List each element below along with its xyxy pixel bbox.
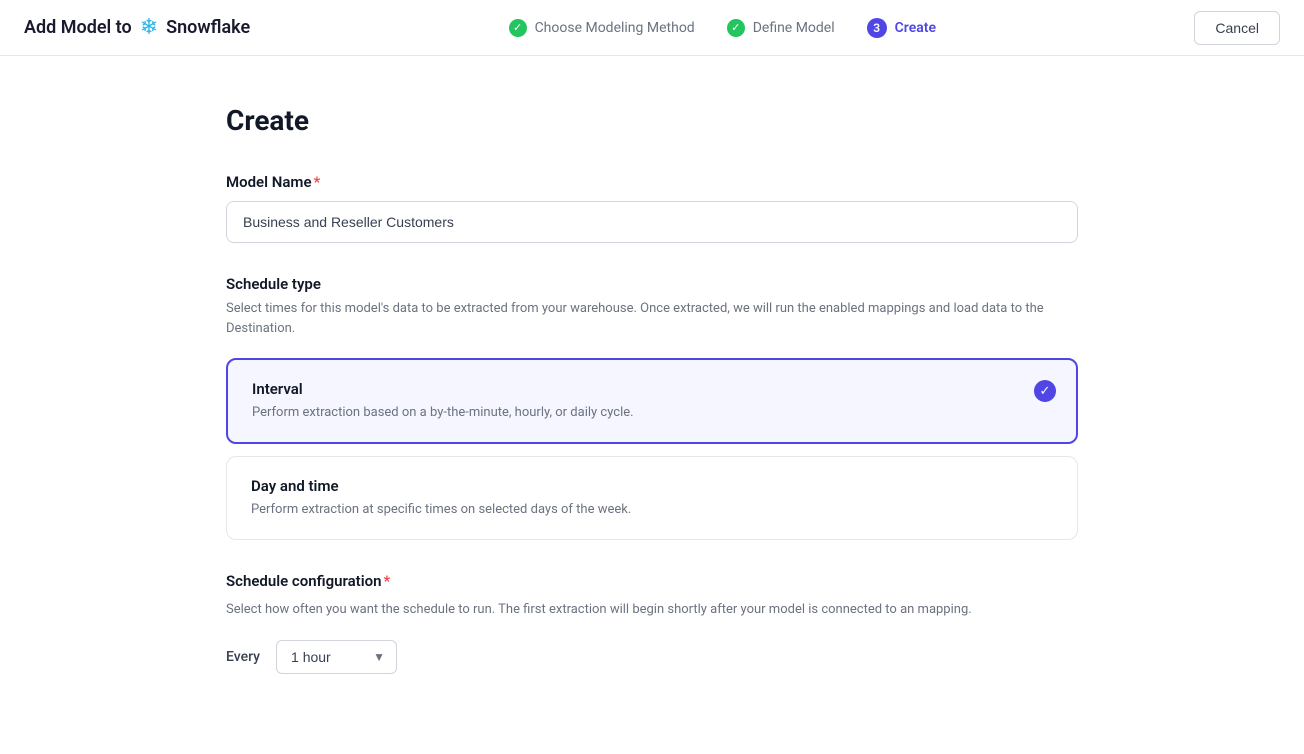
schedule-config-label: Schedule configuration* (226, 572, 1078, 590)
every-label: Every (226, 649, 260, 665)
interval-check-icon: ✓ (1034, 380, 1056, 402)
step-create: 3 Create (867, 18, 936, 38)
step1-check-icon: ✓ (509, 19, 527, 37)
model-name-section: Model Name* (226, 173, 1078, 243)
step3-label: Create (895, 20, 936, 36)
interval-option-title: Interval (252, 380, 1052, 398)
snowflake-icon: ❄ (140, 15, 158, 40)
model-name-required: * (314, 173, 321, 191)
model-name-label: Model Name* (226, 173, 1078, 191)
step2-label: Define Model (753, 20, 835, 36)
schedule-type-title: Schedule type (226, 275, 1078, 293)
step1-label: Choose Modeling Method (535, 20, 695, 36)
step-define-model: ✓ Define Model (727, 19, 835, 37)
step2-check-icon: ✓ (727, 19, 745, 37)
step-choose-modeling-method: ✓ Choose Modeling Method (509, 19, 695, 37)
day-time-option-description: Perform extraction at specific times on … (251, 501, 1053, 519)
every-row: Every 1 hour 30 minutes 1 day 6 hours 12… (226, 640, 1078, 674)
app-header: Add Model to ❄ Snowflake ✓ Choose Modeli… (0, 0, 1304, 56)
day-time-option-title: Day and time (251, 477, 1053, 495)
schedule-config-description: Select how often you want the schedule t… (226, 600, 1078, 620)
schedule-config-section: Schedule configuration* Select how often… (226, 572, 1078, 674)
schedule-type-section: Schedule type Select times for this mode… (226, 275, 1078, 540)
header-left: Add Model to ❄ Snowflake (24, 15, 250, 40)
schedule-type-description: Select times for this model's data to be… (226, 299, 1078, 338)
page-title: Create (226, 104, 1078, 137)
main-content: Create Model Name* Schedule type Select … (202, 56, 1102, 754)
schedule-config-required: * (384, 572, 391, 590)
schedule-select[interactable]: 1 hour 30 minutes 1 day 6 hours 12 hours (276, 640, 397, 674)
step3-number: 3 (867, 18, 887, 38)
interval-option-card[interactable]: Interval Perform extraction based on a b… (226, 358, 1078, 444)
model-name-input[interactable] (226, 201, 1078, 243)
header-title-brand: Snowflake (166, 17, 250, 38)
day-time-option-card[interactable]: Day and time Perform extraction at speci… (226, 456, 1078, 540)
steps-nav: ✓ Choose Modeling Method ✓ Define Model … (509, 18, 936, 38)
cancel-button[interactable]: Cancel (1194, 11, 1280, 45)
schedule-select-wrapper: 1 hour 30 minutes 1 day 6 hours 12 hours… (276, 640, 397, 674)
interval-option-description: Perform extraction based on a by-the-min… (252, 404, 1052, 422)
header-title-prefix: Add Model to (24, 17, 132, 38)
